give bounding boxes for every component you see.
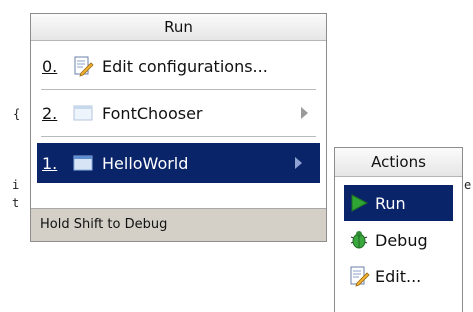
run-popup-title: Run (31, 14, 326, 41)
edit-config-icon (348, 265, 370, 287)
actions-submenu-title: Actions (335, 148, 462, 177)
action-label: Run (375, 193, 406, 213)
edit-config-icon (72, 55, 94, 77)
menu-item-fontchooser[interactable]: 2. FontChooser (31, 90, 326, 136)
editor-brace: { (13, 107, 21, 121)
action-label: Debug (375, 230, 428, 250)
menu-separator (41, 136, 316, 137)
run-config-window-icon (72, 152, 94, 174)
action-edit[interactable]: Edit... (335, 258, 462, 294)
run-popup-menu: Run 0. Edit configurations... 2. FontCho… (30, 13, 327, 242)
menu-item-label: HelloWorld (102, 153, 189, 173)
shift-debug-hint: Hold Shift to Debug (31, 208, 326, 241)
action-debug[interactable]: Debug (335, 222, 462, 258)
action-run[interactable]: Run (344, 185, 453, 221)
action-label: Edit... (375, 266, 422, 286)
menu-item-mnemonic: 0. (42, 56, 58, 76)
submenu-arrow-icon (301, 107, 308, 119)
editor-line-2: t (12, 196, 20, 210)
menu-item-label: Edit configurations... (102, 56, 268, 76)
debug-bug-icon (348, 229, 370, 251)
menu-item-helloworld[interactable]: 1. HelloWorld (37, 143, 320, 183)
menu-item-mnemonic: 1. (42, 153, 58, 173)
submenu-arrow-icon (295, 157, 302, 169)
editor-line-1: i (12, 178, 20, 192)
menu-item-label: FontChooser (102, 103, 203, 123)
actions-submenu: Actions Run Debug Edit... (334, 147, 463, 312)
menu-item-mnemonic: 2. (42, 103, 58, 123)
menu-item-edit-configurations[interactable]: 0. Edit configurations... (31, 43, 326, 89)
run-config-window-icon (72, 102, 94, 124)
editor-trail: e (464, 178, 472, 192)
run-play-icon (348, 192, 370, 214)
